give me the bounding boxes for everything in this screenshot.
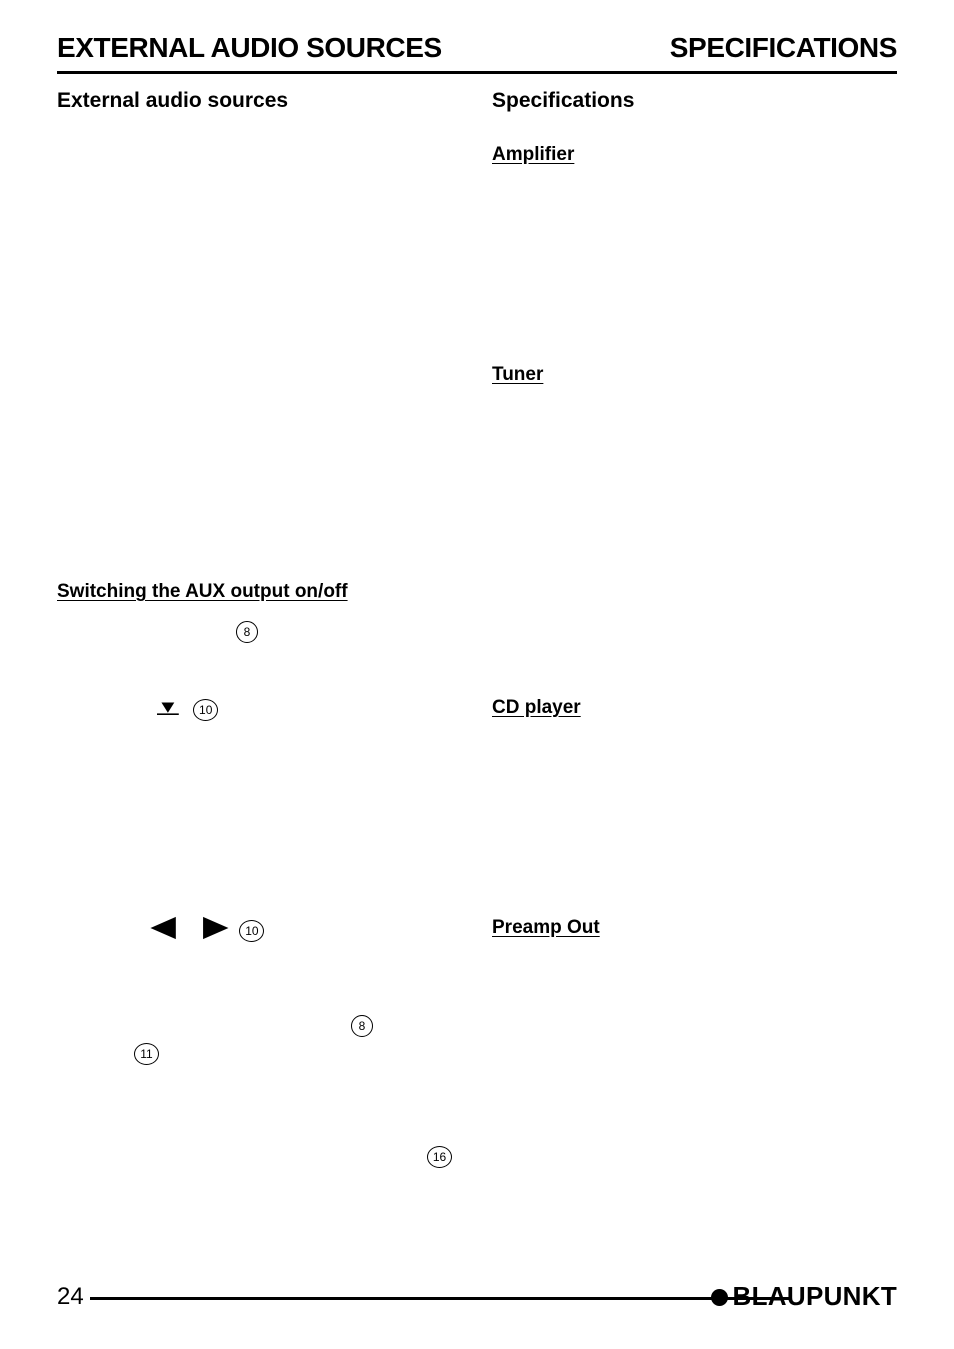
left-column: External audio sources [57, 88, 462, 114]
spec-heading-tuner-wrap: Tuner [492, 363, 543, 387]
down-arrow-icon: ▼ [157, 696, 179, 717]
callout-down-button-row: ▼ 10 [157, 696, 219, 721]
page-number: 24 [57, 1283, 84, 1310]
right-arrow-icon: ▶ [203, 911, 228, 941]
header-rule [57, 71, 897, 74]
aux-output-section-heading-wrap: Switching the AUX output on/off [57, 580, 477, 604]
callout-number-10: 10 [193, 698, 219, 721]
manual-page: EXTERNAL AUDIO SOURCES SPECIFICATIONS Ex… [0, 0, 954, 1349]
spec-heading-amplifier-wrap: Amplifier [492, 143, 574, 167]
footer-rule [90, 1297, 790, 1300]
spec-heading-cd-player-wrap: CD player [492, 696, 581, 720]
aux-output-section-heading: Switching the AUX output on/off [57, 581, 348, 602]
callout-display-marker: 16 [427, 1146, 452, 1168]
running-head-left: EXTERNAL AUDIO SOURCES [57, 32, 442, 63]
page-footer: 24 BLAUPUNKT [57, 1281, 897, 1317]
callout-number-16: 16 [427, 1146, 452, 1168]
callout-number-8-second: 8 [351, 1015, 373, 1037]
callout-menu-button-second: 8 [351, 1015, 373, 1037]
spec-heading-tuner: Tuner [492, 364, 544, 385]
brand-logo: BLAUPUNKT [710, 1281, 897, 1312]
spec-heading-preamp-out: Preamp Out [492, 917, 600, 938]
brand-dot-icon [710, 1289, 728, 1306]
running-head-right: SPECIFICATIONS [669, 32, 898, 63]
callout-number-10-second: 10 [239, 919, 265, 942]
left-arrow-icon: ◀ [151, 911, 176, 941]
callout-menu-button: 8 [236, 621, 258, 643]
spec-heading-preamp-out-wrap: Preamp Out [492, 916, 600, 940]
right-column-title: Specifications [492, 89, 635, 112]
callout-number-8: 8 [236, 621, 258, 643]
spec-heading-amplifier: Amplifier [492, 144, 575, 165]
brand-name: BLAUPUNKT [732, 1281, 897, 1311]
left-column-title: External audio sources [57, 89, 289, 112]
callout-left-right-button-row: ◀ ▶ 10 [151, 911, 265, 942]
callout-ok-button: 11 [134, 1043, 159, 1065]
running-head: EXTERNAL AUDIO SOURCES SPECIFICATIONS [57, 32, 897, 74]
callout-number-11: 11 [134, 1043, 159, 1065]
spec-heading-cd-player: CD player [492, 697, 581, 718]
right-column: Specifications [492, 88, 897, 114]
